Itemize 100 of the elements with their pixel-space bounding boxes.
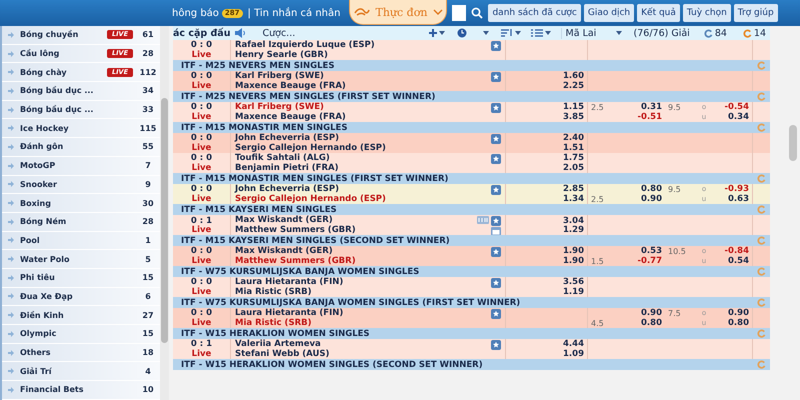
sport-count: 7 <box>144 161 152 170</box>
sport-count: 61 <box>141 30 155 40</box>
sport-item[interactable]: Water Polo 5 <box>2 250 160 269</box>
sport-name: Đánh gôn <box>20 142 64 152</box>
messages-link[interactable]: | Tin nhắn cá nhân <box>248 8 340 18</box>
odds-value: 4.44 <box>563 340 584 350</box>
team-name: Henry Searle (GBR) <box>235 50 329 60</box>
sport-item[interactable]: Olympic 15 <box>2 325 160 344</box>
scrollbar-thumb[interactable] <box>161 98 168 343</box>
arrow-icon <box>8 330 14 337</box>
match-score: 0 : 1 <box>190 340 212 350</box>
handicap-odds[interactable]: 0.53 <box>641 247 662 256</box>
sport-name: Phi tiêu <box>20 273 56 282</box>
total-odds[interactable]: 0.63 <box>728 194 749 204</box>
total-odds[interactable]: -0.84 <box>724 247 749 256</box>
favorite-star-icon[interactable] <box>491 134 501 144</box>
match-score: 0 : 1 <box>190 216 212 226</box>
total-odds[interactable]: 0.90 <box>728 309 749 318</box>
sport-item[interactable]: Bóng bầu dục ... 34 <box>2 82 160 101</box>
total-odds[interactable]: 0.34 <box>728 112 749 122</box>
handicap-line: 4.5 <box>590 318 605 328</box>
search-icon[interactable] <box>471 7 484 19</box>
refresh-icon[interactable] <box>742 28 752 38</box>
team-name: Karl Friberg (SWE) <box>235 103 325 112</box>
favorite-star-icon[interactable] <box>491 41 501 51</box>
total-odds[interactable]: 0.54 <box>728 256 749 266</box>
handicap-odds[interactable]: 0.90 <box>641 194 662 204</box>
favorite-star-icon[interactable] <box>491 309 501 319</box>
search-field[interactable] <box>452 5 466 21</box>
arrow-icon <box>8 200 14 206</box>
arrow-icon <box>8 144 14 150</box>
sport-item[interactable]: MotoGP 7 <box>2 156 160 176</box>
sport-name: Bóng chuyền <box>20 30 80 40</box>
nav-button[interactable]: Tuỳ chọn <box>682 4 731 22</box>
speaker-icon[interactable] <box>234 28 246 38</box>
refresh-icon[interactable] <box>704 28 713 38</box>
favorite-star-icon[interactable] <box>491 278 501 288</box>
plus-icon[interactable] <box>428 29 437 37</box>
sport-name: Boxing <box>20 198 52 208</box>
arrow-icon <box>8 162 14 169</box>
handicap-odds[interactable]: -0.51 <box>638 112 662 122</box>
match-score: 0 : 0 <box>190 134 212 144</box>
sport-item[interactable]: Financial Bets 10 <box>2 381 160 400</box>
sport-item[interactable]: Giải Trí 4 <box>2 362 160 382</box>
arrow-icon <box>8 312 14 318</box>
sport-item[interactable]: Bóng bầu dục ... 33 <box>2 100 160 120</box>
arrow-icon <box>8 293 14 300</box>
sport-count: 4 <box>144 366 152 376</box>
sport-item[interactable]: Boxing 30 <box>2 194 160 213</box>
sport-item[interactable]: Ice Hockey 115 <box>2 119 160 138</box>
sport-item[interactable]: Đánh gôn 55 <box>2 138 160 157</box>
match-score: 0 : 0 <box>190 278 212 288</box>
odds-value: 2.40 <box>563 134 584 144</box>
odds-value: 1.09 <box>563 350 584 359</box>
arrow-icon <box>8 50 14 57</box>
total-odds[interactable]: 0.80 <box>728 318 749 328</box>
sport-item[interactable]: Điền Kinh 27 <box>2 306 160 325</box>
handicap-line: 2.5 <box>590 103 605 112</box>
stats-icon[interactable] <box>477 216 489 224</box>
sport-name: Ice Hockey <box>20 124 70 133</box>
nav-button[interactable]: danh sách đã cược <box>488 4 581 22</box>
handicap-odds[interactable]: 0.31 <box>641 103 662 112</box>
favorite-star-icon[interactable] <box>491 247 501 257</box>
league-title: ITF - M15 MONASTIR MEN SINGLES <box>181 122 348 132</box>
league-title: ITF - M15 MONASTIR MEN SINGLES (FIRST SET WINNER) <box>181 174 448 184</box>
nav-button[interactable]: Trợ giúp <box>734 4 778 22</box>
nav-button[interactable]: Giao dịch <box>584 4 634 22</box>
handicap-odds[interactable]: -0.77 <box>638 256 662 266</box>
nav-button[interactable]: Kết quả <box>637 4 680 22</box>
favorite-star-icon[interactable] <box>491 103 501 113</box>
sport-item[interactable]: Pool 1 <box>2 232 160 250</box>
sport-item[interactable]: Others 18 <box>2 344 160 362</box>
scrollbar-thumb[interactable] <box>789 125 797 161</box>
favorite-star-icon[interactable] <box>491 216 501 226</box>
arrow-icon <box>8 368 14 374</box>
sport-name: Bóng bầu dục ... <box>20 86 94 96</box>
notice-link[interactable]: hông báo <box>172 8 219 18</box>
caret-icon <box>482 31 489 35</box>
sport-item[interactable]: Snooker 9 <box>2 176 160 194</box>
favorite-star-icon[interactable] <box>491 72 501 82</box>
region-select[interactable]: Mã Lai <box>560 28 622 38</box>
team-name: Max Wiskandt (GER) <box>235 247 334 256</box>
sport-item[interactable]: Phi tiêu 15 <box>2 268 160 288</box>
favorite-star-icon[interactable] <box>491 154 501 164</box>
sport-item[interactable]: Bóng Ném 28 <box>2 212 160 232</box>
favorite-star-icon[interactable] <box>491 340 501 350</box>
sort-icon[interactable] <box>500 29 513 37</box>
handicap-odds[interactable]: 0.80 <box>641 318 662 328</box>
sport-item[interactable]: Đua Xe Đạp 6 <box>2 288 160 306</box>
total-odds[interactable]: -0.93 <box>724 185 749 194</box>
handicap-odds[interactable]: 0.80 <box>641 185 662 194</box>
sport-count: 10 <box>141 385 155 394</box>
team-name: Mia Ristic (SRB) <box>235 288 312 297</box>
bet-select[interactable]: Cược... <box>262 28 296 38</box>
favorite-star-icon[interactable] <box>491 185 501 195</box>
handicap-odds[interactable]: 0.90 <box>641 309 662 318</box>
total-odds[interactable]: -0.54 <box>724 103 749 112</box>
sport-count: 28 <box>141 217 155 226</box>
clock-icon[interactable] <box>456 28 467 38</box>
list-icon[interactable] <box>530 29 543 37</box>
